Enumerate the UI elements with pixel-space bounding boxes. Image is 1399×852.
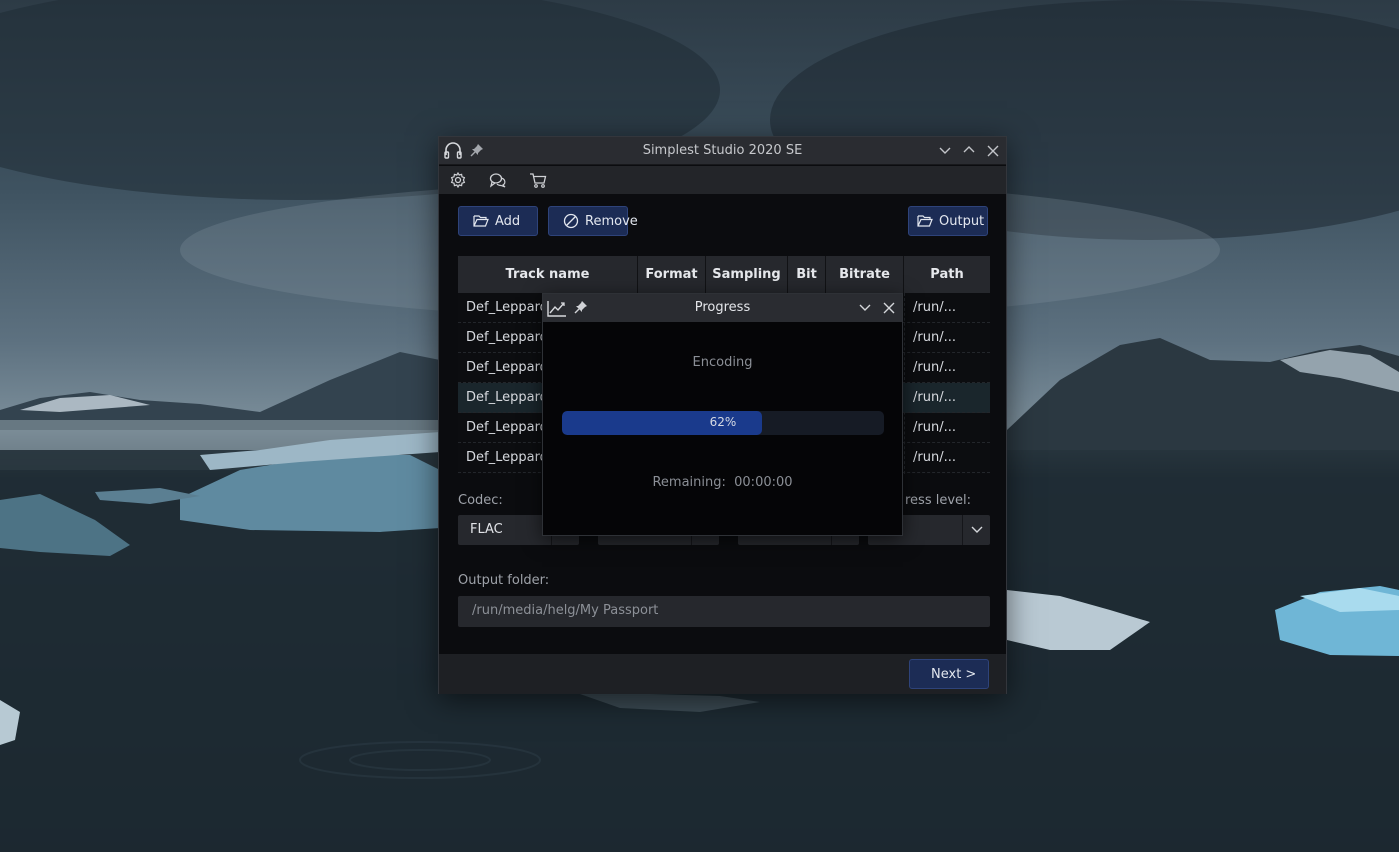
output-folder-value: /run/media/helg/My Passport bbox=[472, 603, 659, 618]
remaining-time: Remaining: 00:00:00 bbox=[543, 475, 902, 490]
path-cell: /run/... bbox=[913, 360, 956, 375]
path-cell: /run/... bbox=[913, 420, 956, 435]
output-folder-label: Output folder: bbox=[458, 573, 550, 588]
output-button[interactable]: Output bbox=[908, 206, 988, 236]
next-button[interactable]: Next > bbox=[909, 659, 989, 689]
window-footer: Next > bbox=[439, 654, 1006, 694]
remove-button-label: Remove bbox=[585, 213, 638, 229]
column-header-bitrate[interactable]: Bitrate bbox=[826, 256, 904, 293]
codec-label: Codec: bbox=[458, 493, 503, 508]
column-header-path[interactable]: Path bbox=[904, 256, 990, 293]
progress-dialog: Progress Encoding 62% Remaining: 00:00:0… bbox=[542, 293, 903, 536]
output-button-label: Output bbox=[939, 213, 985, 229]
column-header-bit[interactable]: Bit bbox=[788, 256, 826, 293]
track-name-cell: Def_Leppard bbox=[466, 390, 548, 405]
next-button-label: Next > bbox=[931, 666, 977, 682]
track-name-cell: Def_Leppard bbox=[466, 360, 548, 375]
column-header-format[interactable]: Format bbox=[638, 256, 706, 293]
track-name-cell: Def_Leppard bbox=[466, 300, 548, 315]
path-cell: /run/... bbox=[913, 330, 956, 345]
chevron-down-icon bbox=[971, 526, 982, 533]
close-icon[interactable] bbox=[986, 144, 1000, 158]
remove-button[interactable]: Remove bbox=[548, 206, 638, 236]
track-name-cell: Def_Leppard bbox=[466, 420, 548, 435]
dialog-title: Progress bbox=[694, 300, 751, 315]
add-button[interactable]: Add bbox=[458, 206, 538, 236]
add-button-label: Add bbox=[495, 213, 521, 229]
remaining-value: 00:00:00 bbox=[734, 475, 793, 490]
path-cell: /run/... bbox=[913, 450, 956, 465]
progress-percent: 62% bbox=[709, 415, 737, 429]
compress-level-label: ress level: bbox=[905, 493, 972, 508]
path-cell: /run/... bbox=[913, 390, 956, 405]
output-folder-field[interactable]: /run/media/helg/My Passport bbox=[458, 596, 990, 627]
window-title: Simplest Studio 2020 SE bbox=[642, 143, 803, 158]
minimize-icon[interactable] bbox=[858, 302, 872, 314]
cancel-circle-icon bbox=[563, 213, 579, 229]
codec-value: FLAC bbox=[470, 522, 503, 537]
column-header-sampling[interactable]: Sampling bbox=[706, 256, 788, 293]
column-header-track-name[interactable]: Track name bbox=[458, 256, 638, 293]
encoding-status: Encoding bbox=[692, 355, 753, 370]
chat-icon[interactable] bbox=[489, 172, 507, 188]
cart-icon[interactable] bbox=[529, 172, 547, 188]
dialog-titlebar[interactable]: Progress bbox=[543, 294, 902, 322]
remaining-label: Remaining: bbox=[652, 475, 726, 490]
progress-bar: 62% bbox=[562, 411, 884, 435]
track-name-cell: Def_Leppard bbox=[466, 450, 548, 465]
folder-open-icon bbox=[917, 215, 933, 227]
gear-icon[interactable] bbox=[450, 172, 466, 188]
app-toolbar bbox=[439, 166, 1006, 194]
close-icon[interactable] bbox=[882, 301, 896, 315]
folder-open-icon bbox=[473, 215, 489, 227]
path-cell: /run/... bbox=[913, 300, 956, 315]
track-name-cell: Def_Leppard bbox=[466, 330, 548, 345]
minimize-icon[interactable] bbox=[938, 145, 952, 157]
maximize-icon[interactable] bbox=[962, 144, 976, 156]
window-titlebar[interactable]: Simplest Studio 2020 SE bbox=[439, 137, 1006, 165]
compress-dropdown-arrow[interactable] bbox=[962, 515, 990, 545]
table-header: Track name Format Sampling Bit Bitrate P… bbox=[458, 256, 990, 293]
